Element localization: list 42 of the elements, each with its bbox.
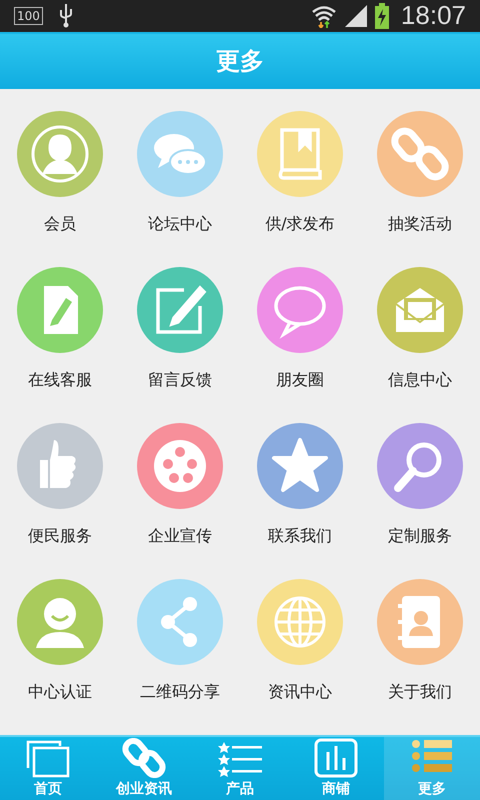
- menu-item-label: 抽奖活动: [388, 214, 452, 235]
- menu-item[interactable]: 在线客服: [0, 266, 120, 423]
- menu-item[interactable]: 留言反馈: [120, 266, 240, 423]
- home-windows-icon: [26, 738, 70, 778]
- menu-item[interactable]: 中心认证: [0, 578, 120, 735]
- menu-item[interactable]: 便民服务: [0, 422, 120, 579]
- menu-item-label: 联系我们: [268, 526, 332, 547]
- menu-item-label: 便民服务: [28, 526, 92, 547]
- menu-item[interactable]: 论坛中心: [120, 110, 240, 267]
- menu-item[interactable]: 供/求发布: [240, 110, 360, 267]
- menu-item-label: 关于我们: [388, 682, 452, 703]
- menu-item[interactable]: 企业宣传: [120, 422, 240, 579]
- menu-item-label: 资讯中心: [268, 682, 332, 703]
- wifi-icon: [310, 4, 337, 28]
- menu-item[interactable]: 信息中心: [360, 266, 480, 423]
- bar-chart-icon: [314, 738, 358, 778]
- battery-charging-icon: [374, 2, 389, 29]
- menu-item[interactable]: 关于我们: [360, 578, 480, 735]
- menu-item-label: 留言反馈: [148, 370, 212, 391]
- menu-item[interactable]: 抽奖活动: [360, 110, 480, 267]
- menu-item-label: 定制服务: [388, 526, 452, 547]
- menu-item-label: 中心认证: [28, 682, 92, 703]
- menu-item[interactable]: 二维码分享: [120, 578, 240, 735]
- chain-link-icon: [122, 738, 166, 778]
- menu-item-label: 朋友圈: [276, 370, 324, 391]
- clock: 18:07: [400, 0, 466, 32]
- menu-item[interactable]: 定制服务: [360, 422, 480, 579]
- battery-level-badge: 100: [14, 6, 43, 25]
- menu-item-label: 企业宣传: [148, 526, 212, 547]
- menu-item[interactable]: 资讯中心: [240, 578, 360, 735]
- usb-icon: [58, 4, 73, 28]
- menu-item[interactable]: 联系我们: [240, 422, 360, 579]
- menu-item[interactable]: 会员: [0, 110, 120, 267]
- menu-item-label: 信息中心: [388, 370, 452, 391]
- menu-item-label: 供/求发布: [265, 214, 335, 235]
- menu-item-label: 会员: [44, 214, 76, 235]
- signal-icon: [344, 4, 367, 27]
- menu-item-label: 二维码分享: [140, 682, 220, 703]
- menu-item-label: 论坛中心: [148, 214, 212, 235]
- menu-item-label: 在线客服: [28, 370, 92, 391]
- menu-item[interactable]: 朋友圈: [240, 266, 360, 423]
- page-title: 更多: [216, 46, 264, 78]
